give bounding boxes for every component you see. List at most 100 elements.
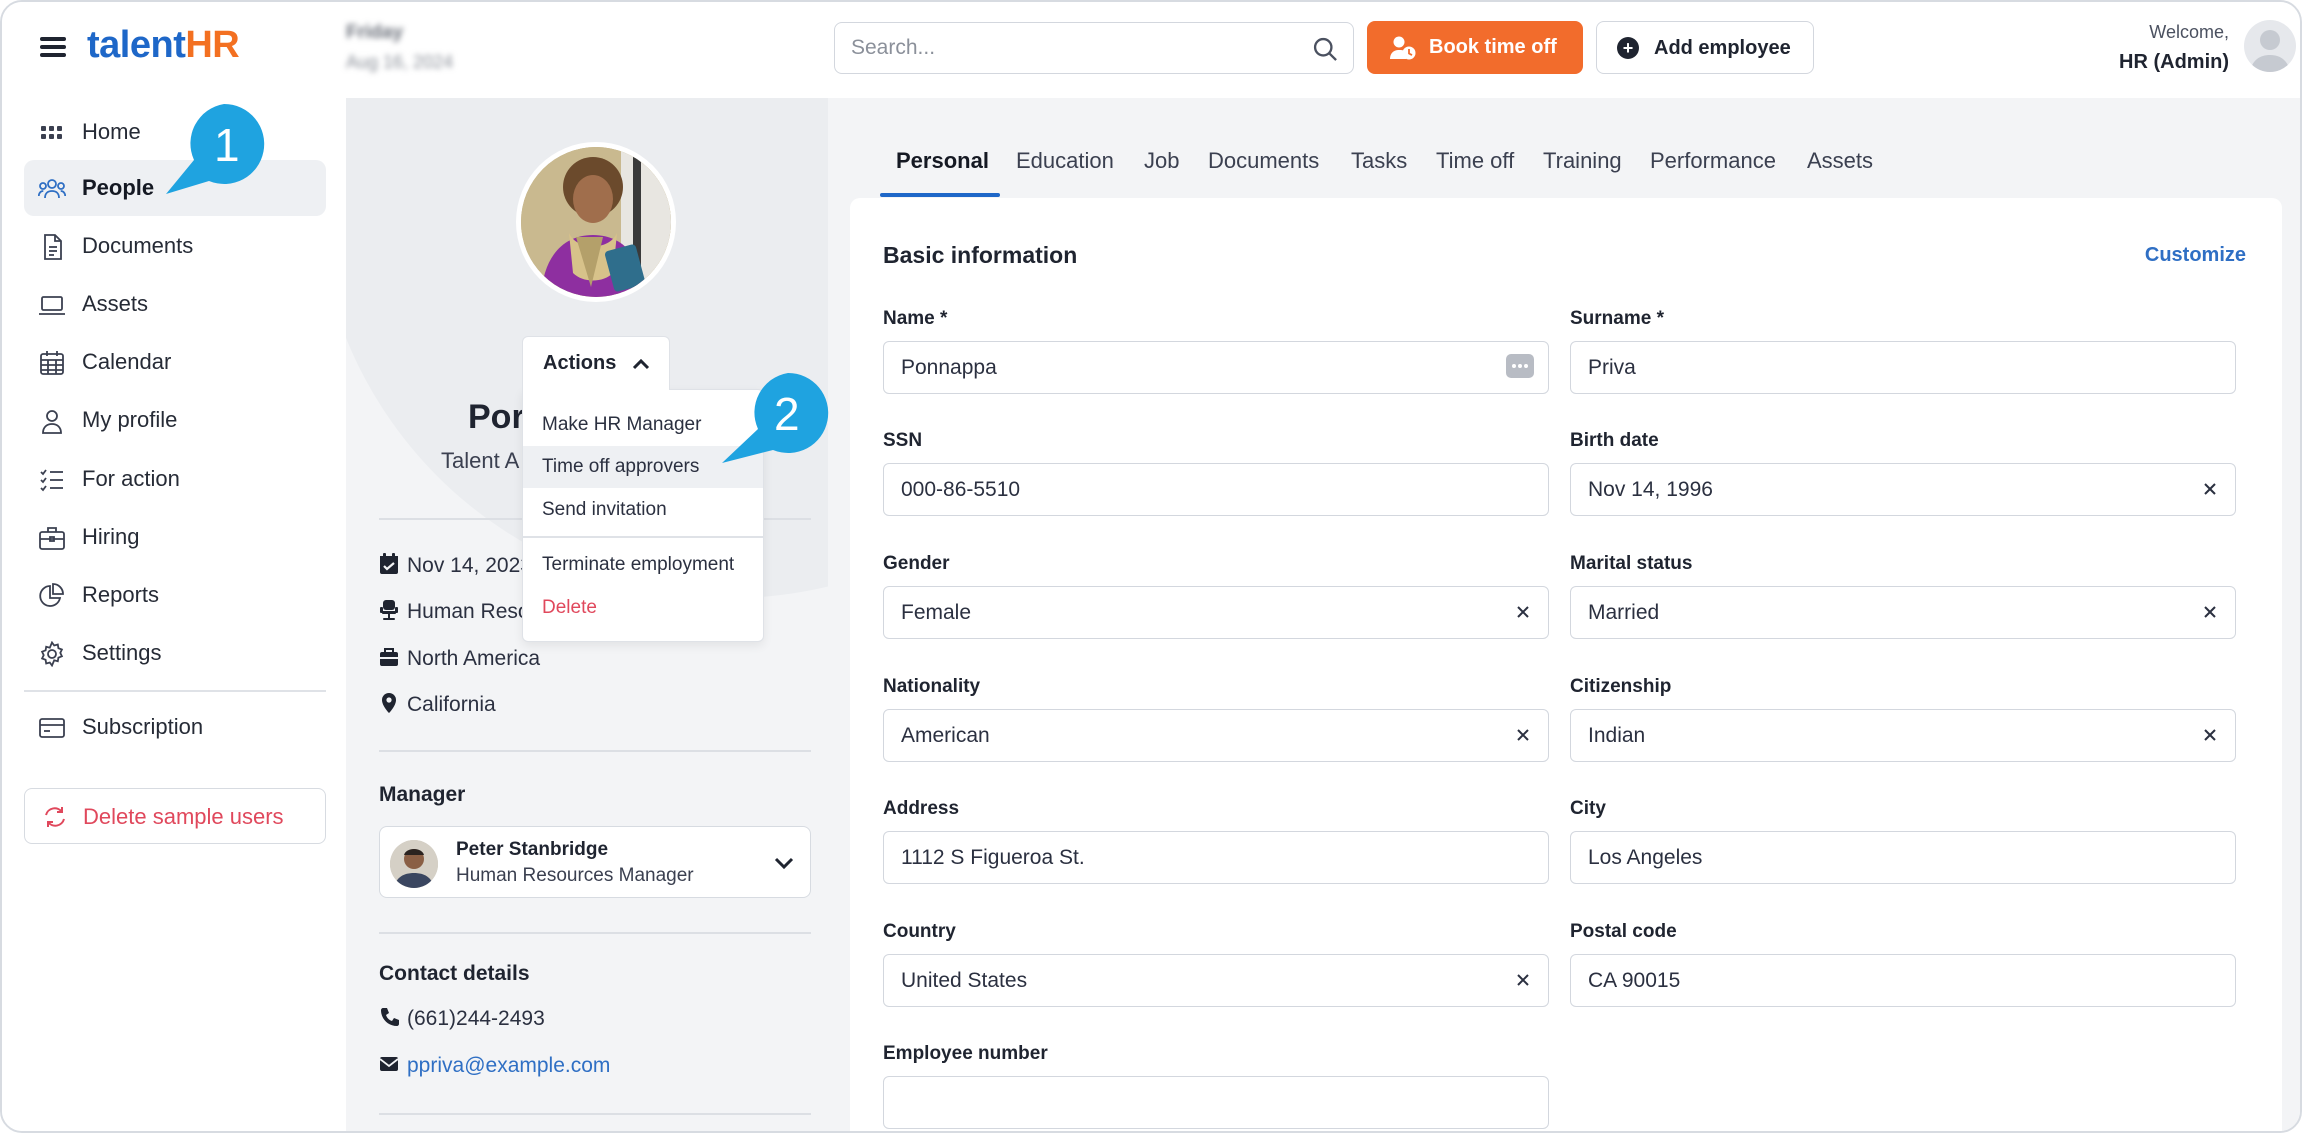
profile-divider [379,1113,811,1115]
sidebar-item-calendar[interactable]: Calendar [24,334,326,390]
birth-date-field[interactable]: Nov 14, 1996 [1570,463,2236,516]
document-icon [44,234,62,260]
ssn-label: SSN [883,430,923,451]
tab-time-off[interactable]: Time off [1436,148,1514,174]
chevron-up-icon [632,358,650,370]
citizenship-select[interactable]: Indian [1570,709,2236,762]
credit-card-icon [39,718,65,738]
close-icon[interactable] [2199,724,2221,746]
tab-training[interactable]: Training [1543,148,1622,174]
close-icon[interactable] [1512,724,1534,746]
region-row: North America [379,646,540,671]
profile-divider [379,750,811,752]
envelope-icon [379,1057,399,1071]
gender-select[interactable]: Female [883,586,1549,639]
user-icon [42,410,62,434]
sidebar-item-assets[interactable]: Assets [24,276,326,332]
briefcase-icon [380,648,398,666]
refresh-icon [45,807,65,827]
close-icon[interactable] [1512,601,1534,623]
tab-documents[interactable]: Documents [1208,148,1319,174]
customize-link[interactable]: Customize [2145,244,2246,267]
postal-code-label: Postal code [1570,921,1677,942]
citizenship-label: Citizenship [1570,676,1672,697]
menu-item-terminate-employment[interactable]: Terminate employment [523,544,763,586]
user-avatar[interactable] [2244,20,2296,72]
callout-number: 2 [774,388,800,440]
close-icon[interactable] [2199,478,2221,500]
sidebar-item-documents[interactable]: Documents [24,218,326,274]
sidebar-item-my-profile[interactable]: My profile [24,392,326,448]
profile-photo[interactable] [516,142,676,302]
card-title: Basic information [883,242,1078,268]
nationality-label: Nationality [883,676,981,697]
sidebar-item-reports[interactable]: Reports [24,567,326,623]
employee-role: Talent A [441,448,520,473]
main-content: Personal Education Job Documents Tasks T… [828,98,2300,1131]
pie-chart-icon [39,583,64,607]
birth-date-label: Birth date [1570,430,1659,451]
marital-status-label: Marital status [1570,553,1693,574]
sidebar-item-hiring[interactable]: Hiring [24,509,326,565]
name-label: Name * [883,308,948,329]
tab-personal[interactable]: Personal [896,148,989,174]
more-options-icon[interactable] [1506,354,1534,378]
country-label: Country [883,921,956,942]
tab-education[interactable]: Education [1016,148,1114,174]
app-logo[interactable]: talentHR [87,24,240,67]
grid-icon [41,126,62,139]
phone-row: (661)244-2493 [379,1006,545,1031]
tab-assets[interactable]: Assets [1807,148,1873,174]
close-icon[interactable] [1512,969,1534,991]
name-field[interactable]: Ponnappa [883,341,1549,394]
surname-label: Surname * [1570,308,1664,329]
welcome-block: Welcome, HR (Admin) [2119,22,2229,74]
checklist-icon [40,469,63,492]
actions-button[interactable]: Actions [522,336,670,390]
menu-icon[interactable] [40,35,68,59]
briefcase-icon [39,527,65,550]
close-icon[interactable] [2199,601,2221,623]
marital-status-select[interactable]: Married [1570,586,2236,639]
postal-code-field[interactable]: CA 90015 [1570,954,2236,1007]
user-clock-icon [1390,36,1416,60]
country-select[interactable]: United States [883,954,1549,1007]
search-input[interactable]: Search... [834,22,1354,74]
gear-icon [40,641,64,667]
date-full: Aug 16, 2024 [346,52,454,72]
chevron-down-icon[interactable] [772,851,796,875]
search-icon[interactable] [1311,35,1339,63]
employee-number-field[interactable] [883,1076,1549,1129]
current-date: Friday Aug 16, 2024 [346,22,453,73]
address-field[interactable]: 1112 S Figueroa St. [883,831,1549,884]
nationality-select[interactable]: American [883,709,1549,762]
map-pin-icon [382,693,396,713]
tab-job[interactable]: Job [1144,148,1179,174]
app-window: talentHR Friday Aug 16, 2024 Search... B… [0,0,2302,1133]
start-date-row: Nov 14, 2023 [379,553,532,578]
tab-tasks[interactable]: Tasks [1351,148,1407,174]
sidebar-item-for-action[interactable]: For action [24,451,326,507]
email-row: ppriva@example.com [379,1053,610,1078]
menu-item-send-invitation[interactable]: Send invitation [523,489,763,531]
sidebar-item-settings[interactable]: Settings [24,625,326,681]
top-header: talentHR Friday Aug 16, 2024 Search... B… [2,2,2300,98]
ssn-field[interactable]: 000-86-5510 [883,463,1549,516]
delete-sample-users-button[interactable]: Delete sample users [24,788,326,844]
manager-select[interactable]: Peter Stanbridge Human Resources Manager [379,826,811,898]
city-field[interactable]: Los Angeles [1570,831,2236,884]
sidebar-item-subscription[interactable]: Subscription [24,699,326,755]
location-row: California [379,692,496,717]
search-placeholder: Search... [851,36,936,59]
book-time-off-button[interactable]: Book time off [1367,21,1583,74]
manager-title: Manager [379,783,466,806]
phone-icon [381,1008,399,1026]
menu-item-delete[interactable]: Delete [523,587,763,629]
surname-field[interactable]: Priva [1570,341,2236,394]
laptop-icon [39,296,65,315]
menu-divider [523,536,763,538]
email-link[interactable]: ppriva@example.com [407,1054,610,1077]
step-callout-1: 1 [164,102,269,197]
add-employee-button[interactable]: + Add employee [1596,21,1814,74]
tab-performance[interactable]: Performance [1650,148,1776,174]
